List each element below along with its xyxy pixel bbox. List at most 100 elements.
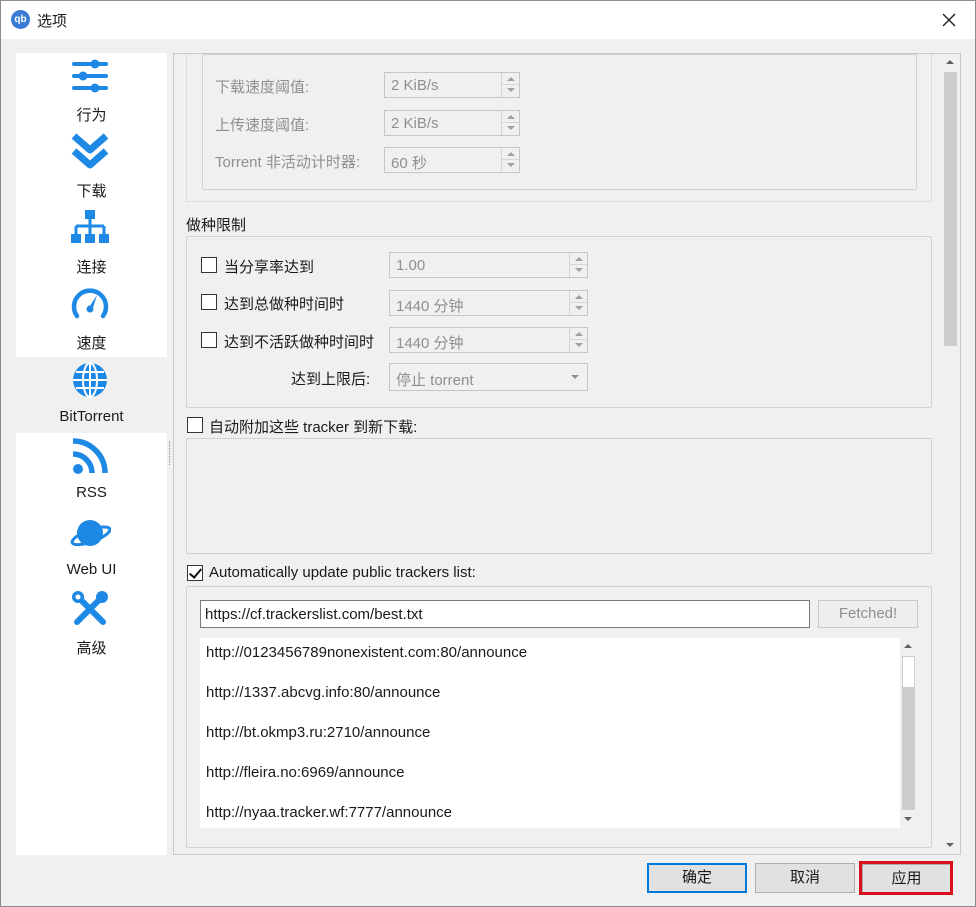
scroll-down-icon[interactable] [942,837,959,854]
options-content: 下载速度阈值: 2 KiB/s 上传速度阈值: 2 KiB/s Torrent … [173,53,961,855]
spin-down-icon[interactable] [570,303,587,315]
sidebar-splitter[interactable] [169,441,171,465]
total-seeding-time-checkbox[interactable] [201,294,217,310]
options-scrollbar[interactable] [942,54,959,854]
spin-up-icon[interactable] [570,253,587,265]
total-seeding-time-spinbox[interactable]: 1440 分钟 [389,290,588,316]
trackers-url-input[interactable]: https://cf.trackerslist.com/best.txt [200,600,810,628]
window-title: 选项 [37,13,68,30]
add-trackers-label: 自动附加这些 tracker 到新下载: [209,419,418,436]
list-item[interactable]: http://1337.abcvg.info:80/announce [206,684,440,701]
spin-up-icon[interactable] [502,111,519,123]
sidebar-item-downloads[interactable]: 下载 [16,129,167,205]
list-item[interactable]: http://bt.okmp3.ru:2710/announce [206,724,430,741]
network-icon [71,210,109,243]
list-item[interactable]: http://fleira.no:6969/announce [206,764,405,781]
total-seeding-time-label: 达到总做种时间时 [224,296,345,313]
sidebar-item-advanced[interactable]: 高级 [16,586,167,662]
upload-threshold-spinbox[interactable]: 2 KiB/s [384,110,520,136]
inactive-seeding-time-label: 达到不活跃做种时间时 [224,334,375,351]
planet-icon [70,520,111,547]
spin-down-icon[interactable] [502,160,519,172]
spinbox-arrows[interactable] [569,253,587,277]
ratio-limit-checkbox[interactable] [201,257,217,273]
spinbox-arrows[interactable] [569,291,587,315]
sidebar-item-label: 高级 [76,640,107,657]
spinbox-value: 1.00 [396,257,426,274]
spinbox-value: 2 KiB/s [391,115,439,132]
fetch-trackers-button[interactable]: Fetched! [818,600,918,628]
options-dialog: qb 选项 行为 下载 连接 速度 BitTorrent RSS Web UI … [0,0,976,907]
limit-action-select[interactable]: 停止 torrent [389,363,588,391]
sidebar-item-label: 下载 [76,183,107,200]
spin-up-icon[interactable] [502,148,519,160]
spin-down-icon[interactable] [570,265,587,277]
spinbox-arrows[interactable] [569,328,587,352]
double-chevron-down-icon [71,133,109,169]
select-value: 停止 torrent [396,372,474,389]
chevron-down-icon [571,375,579,379]
spin-up-icon[interactable] [502,73,519,85]
title-bar: qb 选项 [1,1,975,39]
sidebar-item-rss[interactable]: RSS [16,433,167,509]
cancel-button[interactable]: 取消 [755,863,855,893]
sliders-icon [72,59,108,93]
ratio-limit-label: 当分享率达到 [224,259,315,276]
scroll-up-icon[interactable] [900,638,917,655]
scroll-down-icon[interactable] [900,811,917,828]
rss-icon [72,438,108,474]
sidebar-item-label: Web UI [66,561,117,578]
scrollbar-thumb[interactable] [944,72,957,346]
spin-down-icon[interactable] [502,85,519,97]
public-trackers-list[interactable]: http://0123456789nonexistent.com:80/anno… [200,638,917,828]
sidebar-item-label: BitTorrent [59,408,124,425]
download-threshold-spinbox[interactable]: 2 KiB/s [384,72,520,98]
spin-down-icon[interactable] [502,123,519,135]
spinbox-arrows[interactable] [501,73,519,97]
public-trackers-checkbox[interactable] [187,565,203,581]
ok-button[interactable]: 确定 [647,863,747,893]
add-trackers-checkbox[interactable] [187,417,203,433]
limit-action-label: 达到上限后: [291,371,371,388]
spinbox-arrows[interactable] [501,111,519,135]
spinbox-value: 1440 分钟 [396,298,464,315]
options-sidebar: 行为 下载 连接 速度 BitTorrent RSS Web UI 高级 [16,53,167,855]
sidebar-item-label: RSS [76,484,107,501]
list-item[interactable]: http://0123456789nonexistent.com:80/anno… [206,644,527,661]
inactive-timer-spinbox[interactable]: 60 秒 [384,147,520,173]
spinbox-value: 2 KiB/s [391,77,439,94]
sidebar-item-bittorrent[interactable]: BitTorrent [16,357,167,433]
additional-trackers-textarea[interactable] [186,438,932,554]
scrollbar-track[interactable] [902,688,915,810]
scrollbar-thumb[interactable] [902,656,915,688]
globe-icon [73,362,107,398]
sidebar-item-label: 连接 [76,259,107,276]
scroll-up-icon[interactable] [942,54,959,71]
inactive-seeding-time-checkbox[interactable] [201,332,217,348]
spin-down-icon[interactable] [570,340,587,352]
sidebar-item-connection[interactable]: 连接 [16,205,167,281]
spin-up-icon[interactable] [570,328,587,340]
sidebar-item-webui[interactable]: Web UI [16,510,167,586]
speedometer-icon [71,288,109,319]
list-item[interactable]: http://nyaa.tracker.wf:7777/announce [206,804,452,821]
trackers-list-scrollbar[interactable] [900,638,917,828]
inactive-seeding-time-spinbox[interactable]: 1440 分钟 [389,327,588,353]
upload-threshold-label: 上传速度阈值: [215,117,310,134]
download-threshold-label: 下载速度阈值: [215,79,310,96]
sidebar-item-label: 速度 [76,335,107,352]
spinbox-value: 1440 分钟 [396,335,464,352]
sidebar-item-speed[interactable]: 速度 [16,281,167,357]
ratio-limit-spinbox[interactable]: 1.00 [389,252,588,278]
qbittorrent-app-icon: qb [11,10,30,29]
input-value: https://cf.trackerslist.com/best.txt [205,606,423,623]
apply-highlight-annotation [859,861,953,895]
spin-up-icon[interactable] [570,291,587,303]
close-button[interactable] [929,5,969,35]
sidebar-item-label: 行为 [76,107,107,124]
spinbox-arrows[interactable] [501,148,519,172]
tools-icon [72,591,108,625]
inactive-timer-label: Torrent 非活动计时器: [215,154,361,171]
seeding-limits-title: 做种限制 [186,217,247,234]
sidebar-item-behavior[interactable]: 行为 [16,53,167,129]
